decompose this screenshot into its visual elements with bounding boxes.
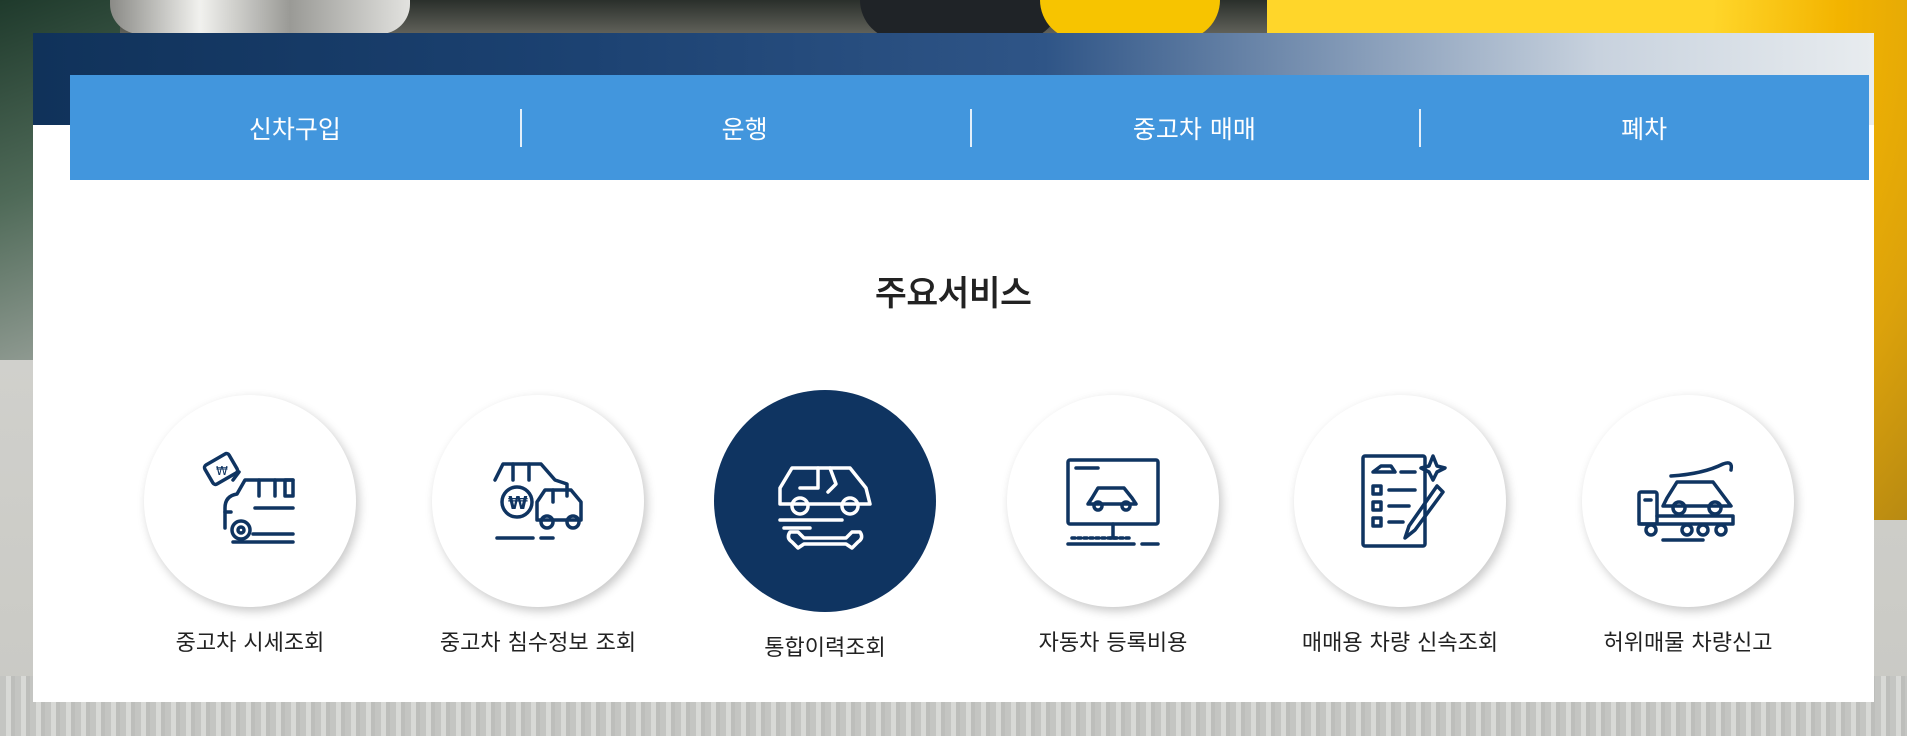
nav-item-scrap[interactable]: 폐차 (1419, 75, 1869, 180)
tow-truck-car-icon (1637, 461, 1735, 542)
checklist-pen-icon (1361, 454, 1447, 548)
nav-item-driving[interactable]: 운행 (519, 75, 970, 180)
service-item-registration-cost[interactable]: 자동차 등록비용 (983, 385, 1243, 657)
computer-car-registration-icon (1066, 458, 1160, 546)
service-circle[interactable] (1007, 395, 1219, 607)
service-label: 허위매물 차량신고 (1603, 631, 1773, 656)
service-item-quick-lookup[interactable]: 매매용 차량 신속조회 (1270, 385, 1530, 657)
top-category-nav: 신차구입 운행 중고차 매매 폐차 (70, 75, 1869, 180)
nav-item-used-car-trade[interactable]: 중고차 매매 (969, 75, 1420, 180)
service-circle[interactable]: ₩ (432, 395, 644, 607)
svg-text:₩: ₩ (508, 493, 528, 514)
service-circle[interactable] (1582, 395, 1794, 607)
car-price-tag-icon: ₩ (202, 451, 295, 544)
service-list: ₩ 중고차 시세조회 ₩ 중고차 침수정보 조회 통합이력조회 자동차 등록비용… (0, 385, 1907, 685)
service-circle-active[interactable] (714, 390, 936, 612)
nav-item-new-car[interactable]: 신차구입 (70, 75, 520, 180)
service-item-integrated-history[interactable]: 통합이력조회 (695, 385, 955, 662)
service-item-flood-info[interactable]: ₩ 중고차 침수정보 조회 (408, 385, 668, 657)
section-title: 주요서비스 (875, 274, 1032, 315)
service-circle[interactable]: ₩ (144, 395, 356, 607)
service-circle[interactable] (1294, 395, 1506, 607)
car-repair-history-icon (778, 466, 872, 550)
service-label: 자동차 등록비용 (1038, 631, 1188, 656)
service-label: 매매용 차량 신속조회 (1301, 631, 1499, 656)
service-item-fake-listing-report[interactable]: 허위매물 차량신고 (1558, 385, 1818, 657)
service-label: 중고차 시세조회 (175, 631, 325, 656)
svg-text:₩: ₩ (216, 464, 228, 478)
service-item-used-car-price[interactable]: ₩ 중고차 시세조회 (120, 385, 380, 657)
service-label: 중고차 침수정보 조회 (439, 631, 637, 656)
flooded-cars-won-icon: ₩ (493, 462, 583, 540)
service-label: 통합이력조회 (764, 636, 886, 661)
